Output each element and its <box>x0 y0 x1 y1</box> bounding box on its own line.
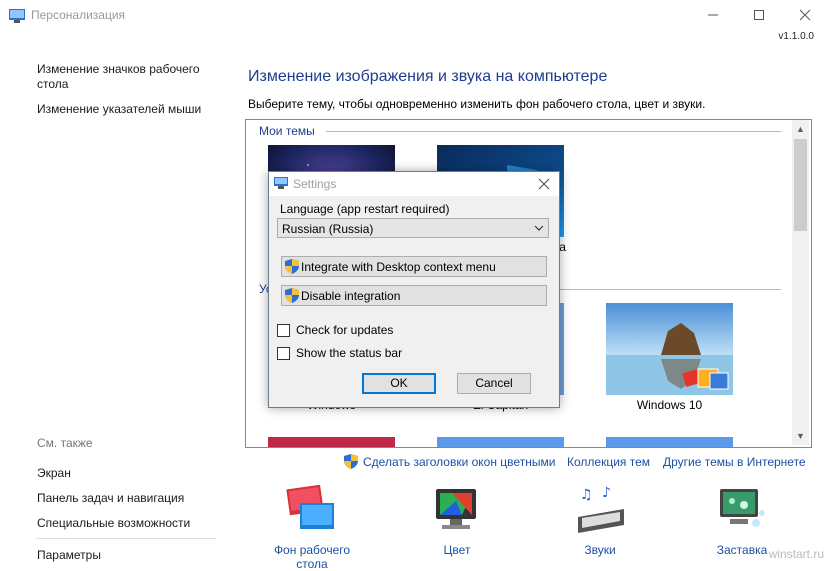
scroll-up-icon[interactable]: ▲ <box>792 121 809 138</box>
integrate-context-menu-button[interactable]: Integrate with Desktop context menu <box>281 256 547 277</box>
accessibility-link[interactable]: Специальные возможности <box>37 516 190 531</box>
theme-collection-link[interactable]: Коллекция тем <box>567 455 650 469</box>
desktop-background-label[interactable]: Фон рабочего стола <box>257 543 367 571</box>
svg-text:♫: ♫ <box>580 487 593 503</box>
color-label[interactable]: Цвет <box>423 543 491 557</box>
uac-shield-icon <box>285 288 299 303</box>
disable-integration-button[interactable]: Disable integration <box>281 285 547 306</box>
show-status-bar-label[interactable]: Show the status bar <box>296 346 402 360</box>
app-icon <box>9 9 25 23</box>
check-updates-label[interactable]: Check for updates <box>296 323 393 337</box>
dialog-title: Settings <box>293 177 337 191</box>
check-updates-checkbox[interactable] <box>277 324 290 337</box>
maximize-button[interactable] <box>736 0 782 30</box>
screensaver-icon[interactable] <box>716 485 768 535</box>
group-divider <box>326 131 781 132</box>
scroll-down-icon[interactable]: ▼ <box>792 428 809 445</box>
more-themes-online-link[interactable]: Другие темы в Интернете <box>663 455 806 469</box>
color-icon[interactable] <box>432 485 482 535</box>
theme-thumbnail[interactable] <box>437 437 564 447</box>
ok-button[interactable]: OK <box>362 373 436 394</box>
language-select[interactable]: Russian (Russia) <box>277 218 549 238</box>
taskbar-link[interactable]: Панель задач и навигация <box>37 491 184 506</box>
change-mouse-pointers-link[interactable]: Изменение указателей мыши <box>37 102 201 117</box>
screensaver-label[interactable]: Заставка <box>707 543 777 557</box>
page-title: Изменение изображения и звука на компьют… <box>248 68 608 85</box>
see-also-heading: См. также <box>37 436 93 450</box>
sounds-icon[interactable]: ♫ ♪ <box>574 485 628 535</box>
windows10-theme-label: Windows 10 <box>636 398 703 412</box>
uac-shield-icon <box>285 259 299 274</box>
my-themes-group-title: Мои темы <box>259 124 315 138</box>
watermark: winstart.ru <box>768 547 824 561</box>
close-button[interactable] <box>782 0 828 30</box>
theme-thumbnail[interactable] <box>268 437 395 447</box>
close-icon <box>799 9 811 21</box>
language-select-value: Russian (Russia) <box>282 222 374 236</box>
sounds-label[interactable]: Звуки <box>566 543 634 557</box>
cancel-button[interactable]: Cancel <box>457 373 531 394</box>
minimize-icon <box>708 14 718 16</box>
settings-app-icon <box>274 177 288 189</box>
window-title: Персонализация <box>31 8 126 22</box>
svg-text:♪: ♪ <box>602 485 611 501</box>
desktop-background-icon[interactable] <box>286 485 338 535</box>
settings-dialog: Settings Language (app restart required)… <box>268 171 560 408</box>
maximize-icon <box>754 10 764 20</box>
windows10-theme-thumbnail[interactable] <box>606 303 733 395</box>
screen-link[interactable]: Экран <box>37 466 71 481</box>
scrollbar-thumb[interactable] <box>794 139 807 231</box>
show-status-bar-checkbox[interactable] <box>277 347 290 360</box>
shield-icon <box>344 454 358 469</box>
chevron-down-icon <box>534 225 544 231</box>
page-description: Выберите тему, чтобы одновременно измени… <box>248 97 706 111</box>
version-label: v1.1.0.0 <box>778 31 814 42</box>
colorize-titlebars-link[interactable]: Сделать заголовки окон цветными <box>363 455 555 469</box>
change-desktop-icons-link[interactable]: Изменение значков рабочего стола <box>37 62 222 92</box>
integrate-button-label: Integrate with Desktop context menu <box>301 260 496 274</box>
disable-button-label: Disable integration <box>301 289 401 303</box>
minimize-button[interactable] <box>690 0 736 30</box>
close-icon[interactable] <box>535 175 553 193</box>
settings-link[interactable]: Параметры <box>37 548 101 563</box>
language-label: Language (app restart required) <box>280 202 450 216</box>
sidebar-divider <box>36 538 216 539</box>
theme-thumbnail[interactable] <box>606 437 733 447</box>
